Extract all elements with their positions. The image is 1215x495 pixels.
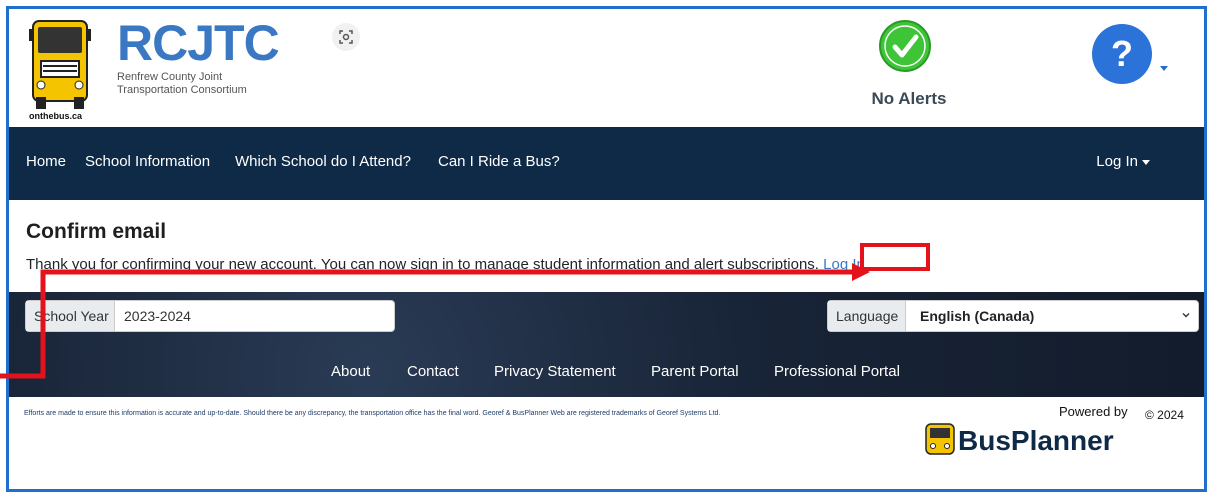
help-icon[interactable]: ? — [1089, 21, 1155, 87]
language-select[interactable]: Language English (Canada) — [827, 300, 1199, 332]
disclaimer-text: Efforts are made to ensure this informat… — [24, 410, 721, 417]
bus-logo-icon[interactable] — [29, 19, 91, 111]
chevron-down-icon[interactable] — [1182, 311, 1190, 319]
main-content: Confirm email Thank you for confirming y… — [9, 200, 1204, 292]
footer-link-contact[interactable]: Contact — [407, 363, 459, 380]
login-menu[interactable]: Log In — [1096, 153, 1150, 170]
login-highlight-box — [860, 243, 930, 271]
page-title: Confirm email — [26, 220, 167, 243]
nav-item-home[interactable]: Home — [26, 153, 66, 170]
powered-by-label: Powered by — [1059, 404, 1128, 419]
confirmation-message: Thank you for confirming your new accoun… — [26, 256, 865, 273]
logo-site: onthebus.ca — [29, 111, 83, 121]
browser-frame: RCJTC Renfrew County Joint Transportatio… — [6, 6, 1207, 492]
logo-subtitle-line1: Renfrew County Joint — [117, 71, 223, 83]
busplanner-brand-text: BusPlanner — [958, 425, 1114, 456]
footer-link-parent-portal[interactable]: Parent Portal — [651, 363, 739, 380]
check-alert-icon — [878, 19, 932, 73]
footer-link-professional-portal[interactable]: Professional Portal — [774, 363, 900, 380]
language-value[interactable]: English (Canada) — [920, 301, 1034, 331]
chevron-down-icon[interactable] — [1160, 66, 1168, 71]
language-label: Language — [828, 301, 906, 331]
login-link[interactable]: Log In — [823, 256, 865, 273]
school-year-label: School Year — [26, 301, 115, 331]
footer-link-about[interactable]: About — [331, 363, 370, 380]
school-year-value[interactable]: 2023-2024 — [124, 301, 191, 331]
logo-subtitle-line2: Transportation Consortium — [117, 84, 247, 96]
logo-title[interactable]: RCJTC — [117, 17, 280, 69]
school-year-field[interactable]: School Year 2023-2024 — [25, 300, 395, 332]
nav-item-school-information[interactable]: School Information — [85, 153, 210, 170]
footer-link-privacy[interactable]: Privacy Statement — [494, 363, 616, 380]
login-menu-label: Log In — [1096, 153, 1138, 170]
busplanner-logo[interactable]: BusPlanner — [924, 418, 1174, 460]
nav-item-which-school[interactable]: Which School do I Attend? — [235, 153, 411, 170]
alert-status-text: No Alerts — [871, 89, 947, 108]
svg-text:?: ? — [1111, 33, 1133, 74]
main-nav: Home School Information Which School do … — [9, 127, 1204, 200]
site-footer: School Year 2023-2024 Language English (… — [9, 292, 1204, 489]
scan-icon[interactable] — [332, 23, 360, 51]
caret-down-icon — [1142, 159, 1150, 165]
confirmation-text: Thank you for confirming your new accoun… — [26, 256, 819, 273]
logo-subtitle: Renfrew County Joint Transportation Cons… — [117, 71, 247, 97]
nav-item-can-i-ride[interactable]: Can I Ride a Bus? — [438, 153, 560, 170]
site-header: RCJTC Renfrew County Joint Transportatio… — [9, 9, 1204, 127]
